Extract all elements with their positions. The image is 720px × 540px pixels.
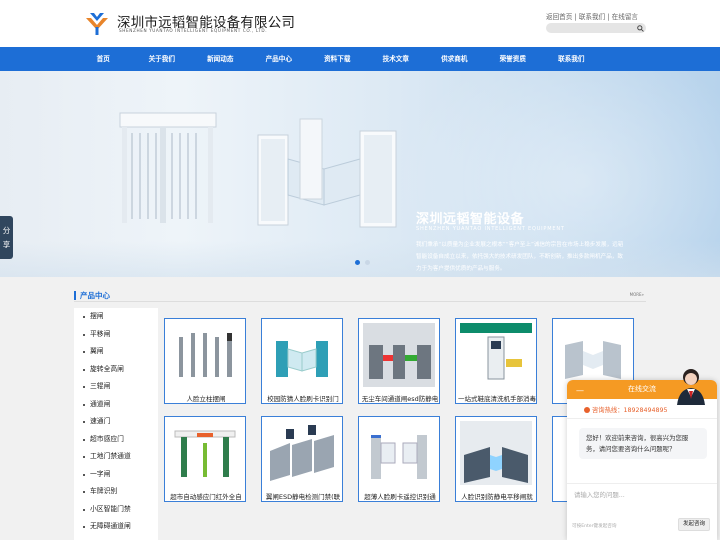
site-header: 深圳市远韬智能设备有限公司 SHENZHEN YUANTAO INTELLIGE…	[0, 0, 720, 47]
share-button[interactable]: 分 享	[0, 216, 13, 259]
product-image	[363, 421, 435, 485]
product-card[interactable]: 人脸立柱摆闸	[164, 318, 246, 404]
product-image	[460, 421, 532, 485]
product-image	[557, 323, 629, 387]
hero-banner[interactable]: 深圳远韬智能设备 SHENZHEN YUANTAO INTELLIGENT EQ…	[0, 71, 720, 277]
chat-greeting: 您好！欢迎前来咨询，很高兴为您服务，请问您要咨询什么问题呢？	[579, 428, 707, 459]
category-item[interactable]: 摆闸	[74, 308, 158, 326]
nav-supply[interactable]: 供求商机	[425, 47, 484, 71]
turnstile-image	[119, 112, 397, 228]
phone-label: 咨询热线：	[592, 407, 624, 414]
product-name: 校园防猜人脸刷卡识别门	[267, 395, 339, 403]
category-item[interactable]: 无障碍通道闸	[74, 518, 158, 536]
product-name: 无尘车间通道闸esd防静电	[361, 395, 439, 403]
category-item[interactable]: 平移闸	[74, 326, 158, 344]
nav-products[interactable]: 产品中心	[250, 47, 309, 71]
product-name: 翼闸ESD静电检测门禁(联	[265, 493, 341, 501]
chat-placeholder: 请输入您的问题...	[574, 491, 625, 499]
chat-input[interactable]: 请输入您的问题... 可按Enter键发起咨询 发起咨询	[567, 483, 717, 540]
share-label-1: 分	[2, 225, 11, 235]
product-name: 超薄人脸刷卡遥控识别通	[364, 493, 436, 501]
product-card[interactable]: 人脸识别防静电平移闸就	[455, 416, 537, 502]
product-image	[169, 323, 241, 387]
minimize-icon[interactable]: —	[576, 386, 584, 395]
phone-number: 18928494895	[623, 407, 668, 414]
product-name: 一站式鞋底清洗机手部消毒	[458, 395, 536, 403]
contact-link[interactable]: 联系我们	[579, 13, 605, 21]
category-item[interactable]: 三辊闸	[74, 378, 158, 396]
product-image	[266, 323, 338, 387]
banner-description: 我们秉承“以质量为企业发展之根本”“客户至上”诚信的宗旨在市场上稳步发展，远韬智…	[416, 242, 624, 272]
nav-articles[interactable]: 技术文章	[367, 47, 426, 71]
phone-icon	[584, 407, 590, 413]
section-header: 产品中心 MORE»	[74, 289, 646, 302]
nav-news[interactable]: 新闻动态	[191, 47, 250, 71]
category-item[interactable]: 小区智能门禁	[74, 501, 158, 519]
product-card[interactable]: 校园防猜人脸刷卡识别门	[261, 318, 343, 404]
category-item[interactable]: 工地门禁通道	[74, 448, 158, 466]
nav-home[interactable]: 首页	[74, 47, 133, 71]
product-name: 人脸识别防静电平移闸就	[461, 493, 533, 501]
separator: |	[574, 13, 577, 21]
product-name: 人脸立柱摆闸	[186, 395, 226, 403]
nav-contact[interactable]: 联系我们	[542, 47, 601, 71]
nav-honors[interactable]: 荣誉资质	[484, 47, 543, 71]
search-input[interactable]	[546, 23, 646, 33]
category-item[interactable]: 速通门	[74, 413, 158, 431]
more-link[interactable]: MORE»	[630, 292, 644, 297]
top-links: 返回首页 | 联系我们 | 在线留言	[546, 11, 638, 21]
banner-title: 深圳远韬智能设备	[416, 212, 525, 227]
category-item[interactable]: 翼闸	[74, 343, 158, 361]
agent-avatar	[673, 365, 709, 405]
search-icon	[637, 24, 644, 32]
send-button[interactable]: 发起咨询	[678, 518, 710, 531]
category-item[interactable]: 一字闸	[74, 466, 158, 484]
product-card[interactable]: 一站式鞋底清洗机手部消毒	[455, 318, 537, 404]
message-link[interactable]: 在线留言	[612, 13, 638, 21]
search-button[interactable]	[635, 23, 646, 33]
share-label-2: 享	[2, 239, 11, 249]
banner-subtitle: SHENZHEN YUANTAO INTELLIGENT EQUIPMENT	[416, 226, 565, 232]
product-image	[460, 323, 532, 387]
product-card[interactable]: 翼闸ESD静电检测门禁(联	[261, 416, 343, 502]
product-card[interactable]: 超市自动感应门红外全自	[164, 416, 246, 502]
product-name: 超市自动感应门红外全自	[170, 493, 242, 501]
category-item[interactable]: 旋转全高闸	[74, 361, 158, 379]
section-title: 产品中心	[80, 291, 110, 300]
product-card[interactable]: 超薄人脸刷卡遥控识别通	[358, 416, 440, 502]
home-link[interactable]: 返回首页	[546, 13, 572, 21]
product-card[interactable]: 无尘车间通道闸esd防静电	[358, 318, 440, 404]
chat-hint: 可按Enter键发起咨询	[572, 524, 617, 529]
product-image	[363, 323, 435, 387]
category-sidebar: 摆闸 平移闸 翼闸 旋转全高闸 三辊闸 通道闸 速通门 超市感应门 工地门禁通道…	[74, 308, 158, 540]
slide-dot-2[interactable]	[365, 260, 370, 265]
category-item[interactable]: 车牌识别	[74, 483, 158, 501]
company-name-en: SHENZHEN YUANTAO INTELLIGENT EQUIPMENT C…	[119, 28, 268, 33]
slide-dot-1[interactable]	[355, 260, 360, 265]
product-image	[169, 421, 241, 485]
logo-icon	[86, 13, 108, 35]
nav-downloads[interactable]: 资料下载	[308, 47, 367, 71]
separator: |	[607, 13, 610, 21]
nav-about[interactable]: 关于我们	[133, 47, 192, 71]
category-item[interactable]: 通道闸	[74, 396, 158, 414]
main-nav: 首页 关于我们 新闻动态 产品中心 资料下载 技术文章 供求商机 荣誉资质 联系…	[0, 47, 720, 71]
product-image	[266, 421, 338, 485]
chat-phone: 咨询热线：18928494895	[584, 405, 668, 414]
category-item[interactable]: 超市感应门	[74, 431, 158, 449]
